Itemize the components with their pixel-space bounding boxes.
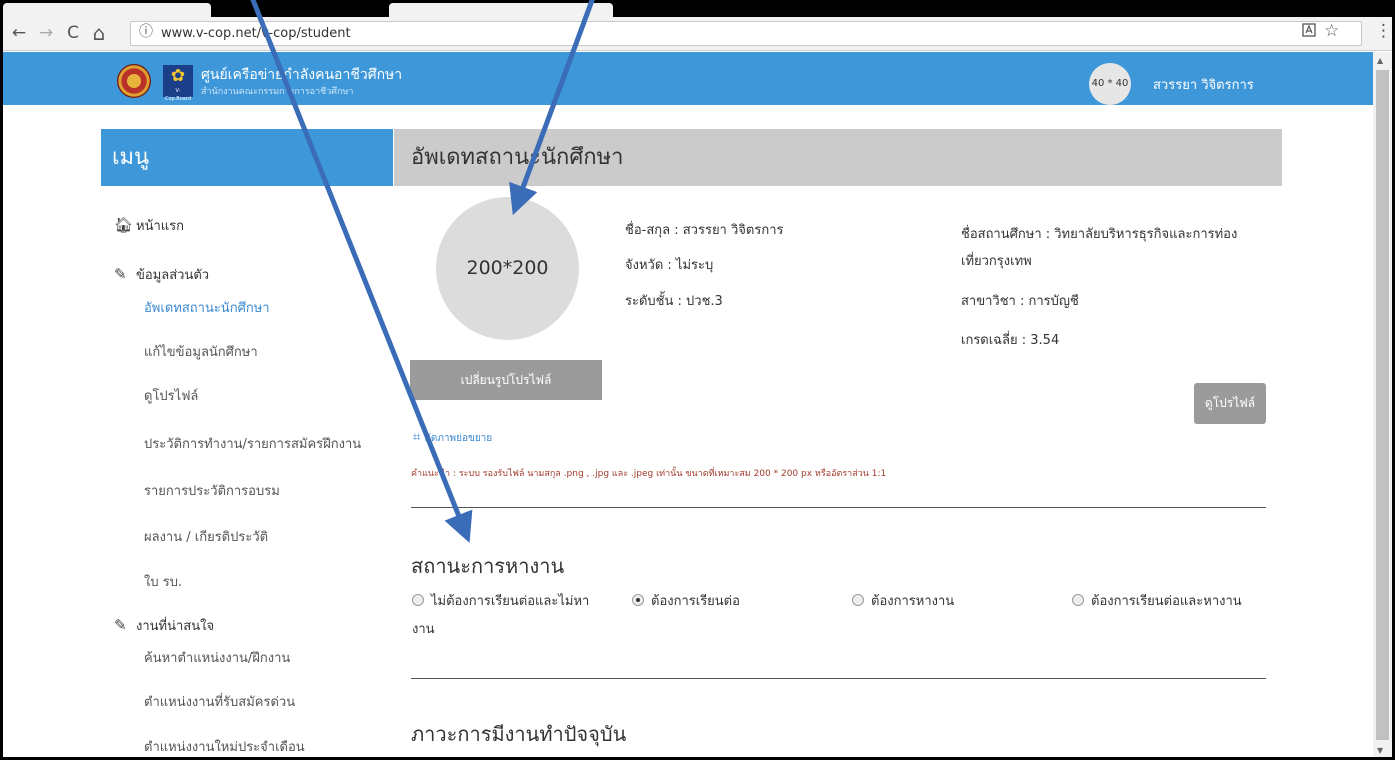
radio-button[interactable]	[1072, 594, 1084, 606]
site-subtitle: สำนักงานคณะกรรมการการอาชีวศึกษา	[201, 87, 354, 97]
employment-status-title: ภาวะการมีงานทำปัจจุบัน	[411, 722, 627, 746]
change-photo-button[interactable]: เปลี่ยนรูปโปรไฟล์	[410, 360, 602, 400]
sidebar-section-label: ข้อมูลส่วนตัว	[136, 268, 210, 283]
radio-label: ต้องการเรียนต่อและหางาน	[1091, 594, 1242, 609]
sidebar-item-work-history[interactable]: ประวัติการทำงาน/รายการสมัครฝึกงาน	[144, 433, 361, 454]
student-school: ชื่อสถานศึกษา : วิทยาลัยบริหารธุรกิจและก…	[961, 227, 1238, 269]
student-major: สาขาวิชา : การบัญชี	[961, 294, 1079, 309]
crop-icon: ⌗	[413, 430, 421, 445]
radio-continue-study[interactable]: ต้องการเรียนต่อ	[632, 588, 740, 616]
radio-button[interactable]	[632, 594, 644, 606]
seal-logo	[117, 64, 151, 98]
address-bar-url: www.v-cop.net/v-cop/student	[161, 26, 351, 41]
sidebar-item-urgent-jobs[interactable]: ตำแหน่งงานที่รับสมัครด่วน	[144, 691, 295, 712]
scrollbar-thumb[interactable]	[1376, 70, 1389, 740]
scrollbar[interactable]: ▲ ▼	[1373, 52, 1392, 757]
page-title: อัพเดทสถานะนักศึกษา	[394, 129, 1282, 186]
menu-heading: เมนู	[101, 129, 393, 186]
screen: ← → C ⌂ ⓘ www.v-cop.net/v-cop/student ☆ …	[0, 0, 1395, 760]
star-icon[interactable]: ☆	[1324, 21, 1339, 41]
user-avatar[interactable]: 40 * 40	[1089, 63, 1131, 105]
divider	[411, 507, 1266, 508]
menu-icon[interactable]: ⋮	[1375, 21, 1392, 41]
radio-find-job[interactable]: ต้องการหางาน	[852, 588, 954, 616]
job-status-title: สถานะการหางาน	[411, 554, 565, 578]
reload-icon[interactable]: C	[63, 22, 83, 44]
edit-icon: ✎	[114, 616, 127, 634]
sidebar-section-jobs[interactable]: ✎ งานที่น่าสนใจ	[114, 615, 214, 636]
forward-icon[interactable]: →	[36, 22, 56, 44]
scroll-up-icon[interactable]: ▲	[1377, 56, 1383, 65]
translate-icon[interactable]	[1302, 23, 1316, 41]
info-icon[interactable]: ⓘ	[139, 22, 153, 42]
vcop-logo: ✿ V-Cop.Board	[163, 65, 193, 102]
divider	[411, 678, 1266, 679]
radio-no-study-no-job[interactable]: ไม่ต้องการเรียนต่อและไม่หางาน	[412, 588, 602, 644]
annotation-arrows	[250, 0, 595, 543]
sidebar-item-label: หน้าแรก	[136, 219, 184, 234]
back-icon[interactable]: ←	[9, 22, 29, 44]
sidebar-section-personal[interactable]: ✎ ข้อมูลส่วนตัว	[114, 264, 209, 285]
crop-link-label: ตัดภาพย่อขยาย	[424, 433, 493, 444]
student-province: จังหวัด : ไม่ระบุ	[625, 258, 714, 273]
browser-toolbar: ← → C ⌂ ⓘ www.v-cop.net/v-cop/student ☆ …	[3, 17, 1392, 51]
radio-label: ต้องการหางาน	[871, 594, 955, 609]
browser-tab[interactable]	[389, 3, 613, 17]
edit-icon: ✎	[114, 265, 127, 283]
sidebar-item-view-profile[interactable]: ดูโปรไฟล์	[144, 385, 198, 406]
home-icon[interactable]: ⌂	[89, 22, 109, 44]
profile-avatar: 200*200	[436, 197, 579, 340]
site-title[interactable]: ศูนย์เครือข่ายกำลังคนอาชีวศึกษา	[201, 64, 402, 86]
student-level: ระดับชั้น : ปวช.3	[625, 294, 723, 309]
address-bar[interactable]: ⓘ www.v-cop.net/v-cop/student	[130, 21, 1362, 46]
radio-label: ไม่ต้องการเรียนต่อและไม่หางาน	[412, 594, 590, 637]
crop-image-link[interactable]: ⌗ ตัดภาพย่อขยาย	[413, 430, 492, 446]
sidebar-section-label: งานที่น่าสนใจ	[136, 619, 215, 634]
sidebar-item-training-history[interactable]: รายการประวัติการอบรม	[144, 480, 280, 501]
view-profile-button[interactable]: ดูโปรไฟล์	[1194, 383, 1266, 424]
browser-tab[interactable]	[3, 3, 211, 17]
radio-button[interactable]	[412, 594, 424, 606]
sidebar-item-edit-student[interactable]: แก้ไขข้อมูลนักศึกษา	[144, 341, 258, 362]
user-name[interactable]: สวรรยา วิจิตรการ	[1153, 74, 1254, 95]
sidebar-item-transcript[interactable]: ใบ รบ.	[144, 571, 182, 592]
sidebar-item-new-jobs[interactable]: ตำแหน่งงานใหม่ประจำเดือน	[144, 736, 305, 757]
upload-hint: คำแนะนำ : ระบบ รองรับไฟล์ นามสกุล .png ,…	[411, 469, 887, 479]
student-name: ชื่อ-สกุล : สวรรยา วิจิตรการ	[625, 223, 784, 238]
sidebar-item-update-status[interactable]: อัพเดทสถานะนักศึกษา	[144, 297, 270, 318]
student-gpa: เกรดเฉลี่ย : 3.54	[961, 333, 1060, 348]
sidebar-item-achievements[interactable]: ผลงาน / เกียรติประวัติ	[144, 526, 268, 547]
site-header: ✿ V-Cop.Board ศูนย์เครือข่ายกำลังคนอาชีว…	[3, 52, 1373, 105]
browser-tab-strip	[3, 0, 1392, 17]
radio-label: ต้องการเรียนต่อ	[651, 594, 740, 609]
scroll-down-icon[interactable]: ▼	[1377, 746, 1383, 755]
radio-study-and-job[interactable]: ต้องการเรียนต่อและหางาน	[1072, 588, 1242, 616]
sidebar-item-job-search[interactable]: ค้นหาตำแหน่งงาน/ฝึกงาน	[144, 647, 290, 668]
radio-button[interactable]	[852, 594, 864, 606]
sidebar-item-home[interactable]: 🏠︎ หน้าแรก	[114, 215, 184, 236]
home-icon: 🏠︎	[114, 216, 134, 234]
